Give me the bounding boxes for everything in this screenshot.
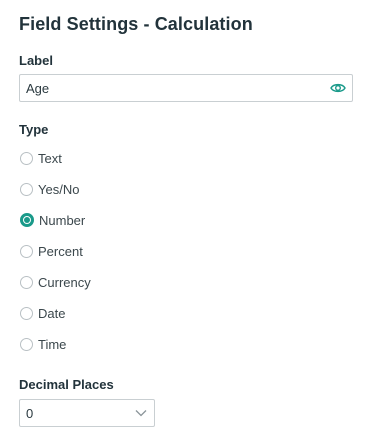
radio-label-number: Number [39,212,86,228]
radio-number[interactable] [20,213,34,227]
type-option-percent[interactable]: Percent [20,242,83,260]
radio-percent[interactable] [20,244,33,258]
type-heading: Type [19,122,49,137]
radio-currency[interactable] [20,275,33,289]
type-option-text[interactable]: Text [20,149,62,167]
decimal-places-value[interactable]: 0 [26,406,33,421]
radio-label-yes-no: Yes/No [38,181,80,197]
panel-title: Field Settings - Calculation [19,14,253,34]
type-option-currency[interactable]: Currency [20,273,91,291]
field-settings-panel: Field Settings - Calculation Label Age T… [0,0,372,441]
radio-text[interactable] [20,151,33,165]
label-input[interactable]: Age [19,74,353,102]
type-option-date[interactable]: Date [20,304,65,322]
radio-label-time: Time [38,336,67,352]
radio-time[interactable] [20,337,33,351]
radio-label-percent: Percent [38,243,83,259]
decimal-places-heading: Decimal Places [19,377,114,392]
label-heading: Label [19,53,53,68]
radio-date[interactable] [20,306,33,320]
eye-icon[interactable] [330,81,346,95]
type-option-yes-no[interactable]: Yes/No [20,180,79,198]
chevron-down-icon[interactable] [135,409,147,417]
type-option-time[interactable]: Time [20,335,66,353]
decimal-places-select[interactable]: 0 [19,399,155,427]
radio-label-text: Text [38,150,62,166]
label-input-value[interactable]: Age [26,81,49,96]
radio-label-currency: Currency [38,274,91,290]
radio-yes-no[interactable] [20,182,33,196]
type-option-number[interactable]: Number [20,211,85,229]
radio-label-date: Date [38,305,66,321]
